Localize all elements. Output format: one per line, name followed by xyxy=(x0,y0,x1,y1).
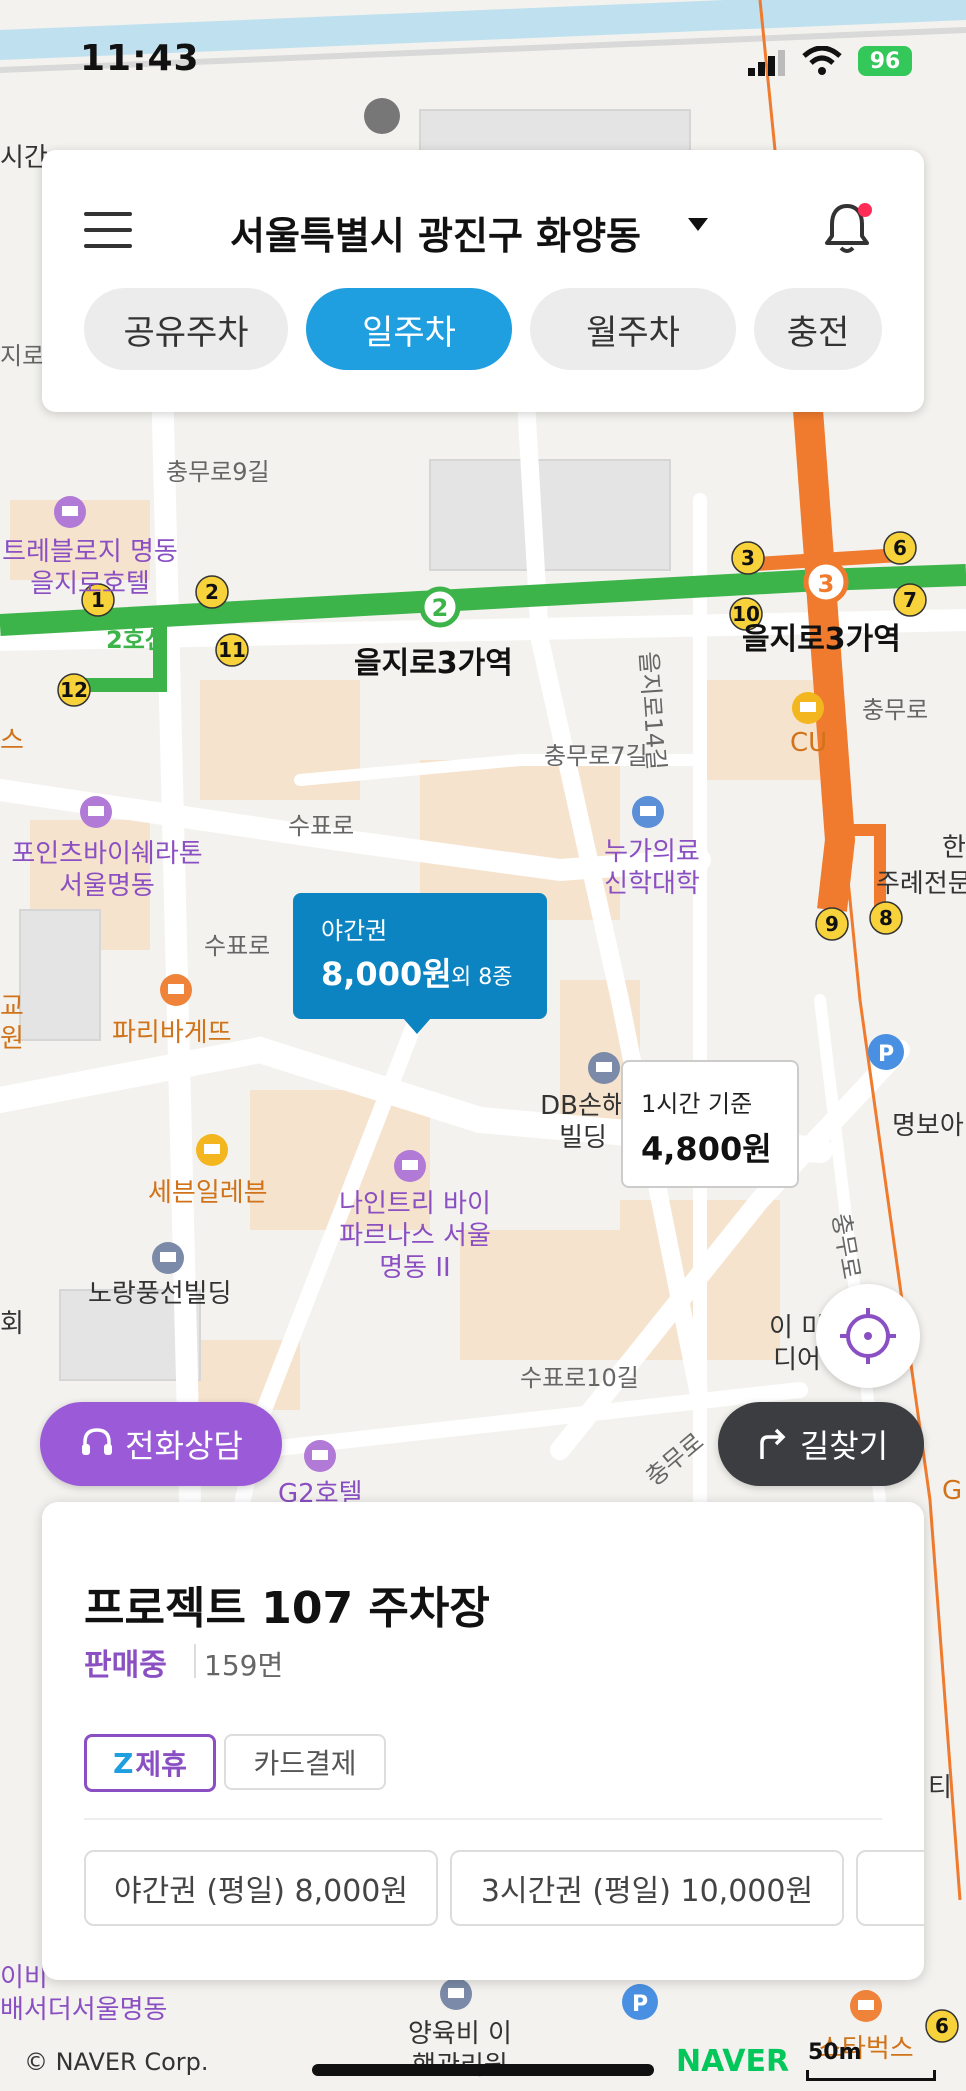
svg-text:9: 9 xyxy=(825,912,839,936)
street-label: 충무로9길 xyxy=(166,458,270,486)
edge-label: 이비 xyxy=(0,1963,48,1993)
turn-right-icon xyxy=(760,1428,786,1459)
location-selector[interactable]: 서울특별시 광진구 화양동 xyxy=(230,205,641,260)
edge-label: 회 xyxy=(0,1309,24,1339)
edge-label: 한 xyxy=(942,833,966,863)
poi-school[interactable]: 누가의료 신학대학 xyxy=(592,836,712,900)
caret-down-icon[interactable] xyxy=(688,218,708,231)
building-label[interactable]: 노랑풍선빌딩 xyxy=(88,1278,232,1310)
price-marker-selected[interactable]: 야간권 8,000원 외 8종 xyxy=(293,893,547,1019)
poi-hotel-travelodge[interactable]: 트레블로지 명동을지로호텔 xyxy=(0,536,180,600)
line-label: 2호선 xyxy=(106,626,167,654)
tab-monthly-parking[interactable]: 월주차 xyxy=(530,288,736,370)
edge-label: 배서더서울명동 xyxy=(0,1995,168,2025)
price-marker-more: 외 8종 xyxy=(451,965,513,990)
price-marker-label: 1시간 기준 xyxy=(641,1090,753,1118)
street-label: 충무로 xyxy=(862,696,929,724)
sale-status-badge: 판매중 xyxy=(84,1648,167,1683)
tab-daily-parking[interactable]: 일주차 xyxy=(306,288,512,370)
parking-lot-card[interactable]: 프로젝트 107 주차장 판매중 159면 Z 제휴 카드결제 야간권 (평일) … xyxy=(42,1502,924,1980)
svg-text:P: P xyxy=(632,1992,648,2017)
svg-text:6: 6 xyxy=(893,536,907,560)
header-card xyxy=(42,150,924,412)
svg-text:3: 3 xyxy=(818,570,835,598)
building-label[interactable]: 명보아 xyxy=(892,1110,964,1142)
partner-tag-label: 제휴 xyxy=(135,1748,187,1781)
phone-consult-label: 전화상담 xyxy=(125,1427,243,1465)
tab-shared-parking[interactable]: 공유주차 xyxy=(84,288,288,370)
map-scale-bar xyxy=(806,2070,936,2081)
parking-space-count: 159면 xyxy=(204,1649,284,1682)
directions-label: 길찾기 xyxy=(799,1427,889,1465)
map-scale-label: 50m xyxy=(808,2040,862,2065)
menu-icon[interactable] xyxy=(84,212,132,248)
street-label: 수표로10길 xyxy=(520,1364,639,1392)
signal-icon xyxy=(748,50,785,76)
store-cu[interactable]: CU xyxy=(790,728,827,758)
headset-icon xyxy=(82,1428,113,1455)
edge-label: 스 xyxy=(0,726,24,756)
svg-text:P: P xyxy=(878,1042,894,1067)
edge-label: 지로 xyxy=(0,342,45,370)
poi-hotel-ninetree[interactable]: 나인트리 바이 파르나스 서울 명동 II xyxy=(338,1188,492,1284)
street-label: 충무로7길 xyxy=(544,742,648,770)
price-marker-pointer xyxy=(403,1018,431,1034)
copyright-text: © NAVER Corp. xyxy=(24,2048,209,2076)
ticket-option[interactable]: 야간권 (평일) 8,000원 xyxy=(84,1850,438,1926)
building-label[interactable]: 주례전문 xyxy=(876,868,966,900)
battery-icon: 96 xyxy=(858,46,912,76)
price-marker-value: 4,800원 xyxy=(641,1130,772,1168)
wifi-icon xyxy=(802,46,842,75)
store-seven-eleven[interactable]: 세븐일레븐 xyxy=(148,1172,268,1209)
card-payment-tag: 카드결제 xyxy=(224,1734,386,1790)
parking-lot-name: 프로젝트 107 주차장 xyxy=(84,1583,490,1634)
partner-tag: Z 제휴 xyxy=(84,1734,216,1792)
svg-text:8: 8 xyxy=(879,906,893,930)
divider xyxy=(194,1644,196,1678)
ticket-option[interactable]: 3시간권 (평일) 10,000원 xyxy=(450,1850,844,1926)
svg-text:3: 3 xyxy=(741,546,755,570)
phone-consult-button[interactable]: 전화상담 xyxy=(40,1402,282,1486)
price-marker-label: 야간권 xyxy=(321,917,388,945)
svg-text:2: 2 xyxy=(205,580,219,604)
edge-label: 원 xyxy=(0,1024,24,1054)
svg-text:12: 12 xyxy=(60,678,88,702)
street-label: 수표로 xyxy=(288,812,355,840)
edge-label: 티 xyxy=(928,1773,952,1803)
tab-ev-charging[interactable]: 충전 xyxy=(754,288,882,370)
home-indicator[interactable] xyxy=(312,2064,654,2076)
price-marker[interactable]: 1시간 기준 4,800원 xyxy=(621,1060,799,1188)
ticket-option-partial[interactable] xyxy=(856,1850,924,1926)
naver-logo: NAVER xyxy=(676,2044,790,2079)
status-time: 11:43 xyxy=(80,38,200,79)
edge-label: 시간 xyxy=(0,143,48,173)
price-marker-value: 8,000원 xyxy=(321,955,452,993)
edge-label: G xyxy=(942,1476,963,1506)
street-label: 수표로 xyxy=(204,932,271,960)
notification-dot xyxy=(858,203,872,217)
station-label[interactable]: 을지로3가역 xyxy=(354,638,513,682)
svg-text:2: 2 xyxy=(432,594,449,622)
svg-text:7: 7 xyxy=(903,588,917,612)
gps-button[interactable] xyxy=(816,1284,920,1388)
gps-icon xyxy=(840,1308,896,1364)
divider xyxy=(84,1818,882,1820)
poi-hotel-four-points[interactable]: 포인츠바이쉐라톤 서울명동 xyxy=(0,838,214,902)
svg-text:11: 11 xyxy=(218,638,246,662)
store-paris-baguette[interactable]: 파리바게뜨 xyxy=(112,1012,232,1049)
station-label[interactable]: 을지로3가역 xyxy=(742,614,901,658)
building-label[interactable]: DB손해 빌딩 xyxy=(540,1090,626,1154)
partner-logo-icon: Z xyxy=(113,1746,134,1780)
directions-button[interactable]: 길찾기 xyxy=(718,1402,924,1486)
svg-text:6: 6 xyxy=(935,2014,949,2038)
